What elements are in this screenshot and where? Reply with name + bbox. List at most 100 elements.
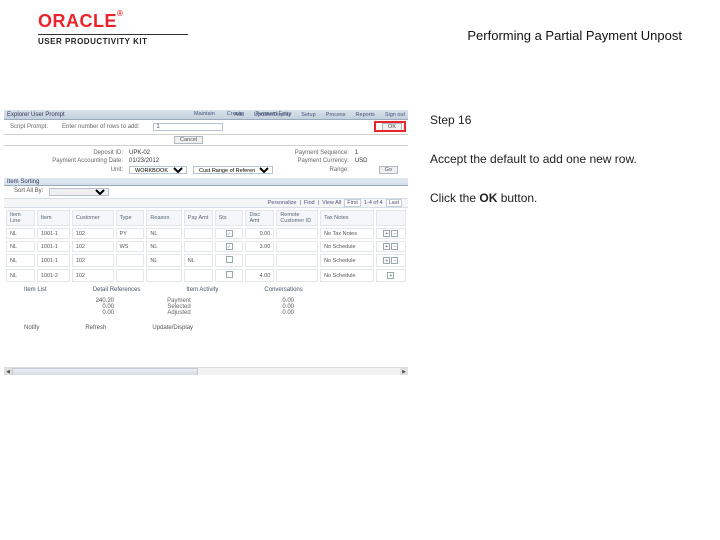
cell-disc-amt[interactable] bbox=[245, 254, 274, 267]
breadcrumb-item[interactable]: Create bbox=[227, 111, 244, 117]
prompt-text: Enter number of rows to add: bbox=[62, 124, 139, 130]
nav-find[interactable]: Find bbox=[304, 200, 315, 206]
top-nav-item[interactable]: Process bbox=[326, 112, 346, 118]
cell-customer[interactable]: 102 bbox=[72, 241, 114, 252]
cell-pay-amt[interactable]: NL bbox=[184, 254, 213, 267]
grid-header: Type bbox=[116, 210, 145, 226]
cell-select[interactable]: ✓ bbox=[215, 228, 244, 239]
cell-tax-notes[interactable]: No Schedule bbox=[320, 269, 374, 282]
cell-row-action[interactable]: +− bbox=[376, 254, 406, 267]
link-detail-references[interactable]: Detail References bbox=[93, 287, 141, 293]
grid-header: Disc Amt bbox=[245, 210, 274, 226]
horizontal-scrollbar[interactable] bbox=[4, 367, 408, 375]
window-title: Explorer User Prompt bbox=[7, 112, 65, 118]
add-row-icon[interactable]: + bbox=[387, 272, 394, 279]
rows-input[interactable]: 1 bbox=[153, 123, 223, 131]
footer-refresh[interactable]: Refresh bbox=[85, 325, 106, 331]
cell-pay-amt[interactable] bbox=[184, 241, 213, 252]
footer-update-display[interactable]: Update/Display bbox=[152, 325, 193, 331]
cell-type[interactable]: PY bbox=[116, 228, 145, 239]
cell-type[interactable] bbox=[116, 269, 145, 282]
cell-type[interactable] bbox=[116, 254, 145, 267]
scroll-thumb[interactable] bbox=[12, 368, 198, 376]
cell-reason[interactable]: NL bbox=[146, 228, 181, 239]
scroll-left-arrow[interactable] bbox=[4, 368, 12, 376]
cell-item-line[interactable]: NL bbox=[6, 241, 35, 252]
cell-pay-amt[interactable] bbox=[184, 269, 213, 282]
cell-remote-customer[interactable] bbox=[276, 241, 318, 252]
unit-select[interactable]: WORKBOOK bbox=[129, 166, 187, 174]
accounting-date-value: 01/23/2012 bbox=[129, 158, 159, 164]
sort-row: Sort All By: bbox=[4, 186, 408, 198]
go-button[interactable]: Go bbox=[379, 166, 398, 174]
footer-notify[interactable]: Notify bbox=[24, 325, 39, 331]
unit-label: Unit: bbox=[48, 167, 123, 173]
cell-item-line[interactable]: NL bbox=[6, 269, 35, 282]
add-row-icon[interactable]: + bbox=[383, 257, 390, 264]
top-nav-item[interactable]: Reports bbox=[356, 112, 375, 118]
nav-personalize[interactable]: Personalize bbox=[268, 200, 297, 206]
top-nav-signout[interactable]: Sign out bbox=[385, 112, 405, 118]
cell-row-action[interactable]: +− bbox=[376, 228, 406, 239]
top-nav-item[interactable]: Setup bbox=[301, 112, 315, 118]
cell-item[interactable]: 1001-2 bbox=[37, 269, 70, 282]
delete-row-icon[interactable]: − bbox=[391, 230, 398, 237]
cell-item[interactable]: 1001-1 bbox=[37, 254, 70, 267]
secondary-links: Item List Detail References Item Activit… bbox=[4, 284, 408, 296]
ok-button[interactable]: OK bbox=[382, 123, 402, 131]
section-header: Item Sorting bbox=[4, 178, 408, 186]
cell-tax-notes[interactable]: No Tax Notes bbox=[320, 228, 374, 239]
link-conversations[interactable]: Conversations bbox=[264, 287, 302, 293]
add-row-icon[interactable]: + bbox=[383, 243, 390, 250]
cell-item[interactable]: 1001-1 bbox=[37, 241, 70, 252]
cell-remote-customer[interactable] bbox=[276, 228, 318, 239]
nav-first[interactable]: First bbox=[344, 199, 361, 207]
cell-item[interactable]: 1001-1 bbox=[37, 228, 70, 239]
page-title: Performing a Partial Payment Unpost bbox=[467, 28, 682, 43]
cell-remote-customer[interactable] bbox=[276, 254, 318, 267]
sort-select[interactable] bbox=[49, 188, 109, 196]
cell-item-line[interactable]: NL bbox=[6, 254, 35, 267]
cell-select[interactable] bbox=[215, 254, 244, 267]
cell-tax-notes[interactable]: No Schedule bbox=[320, 254, 374, 267]
prompt-dialog: Script Prompt: Enter number of rows to a… bbox=[4, 120, 408, 135]
scroll-track[interactable] bbox=[12, 368, 400, 376]
cell-row-action[interactable]: + bbox=[376, 269, 406, 282]
breadcrumb-item[interactable]: Maintain bbox=[194, 111, 215, 117]
cell-pay-amt[interactable] bbox=[184, 228, 213, 239]
add-row-icon[interactable]: + bbox=[383, 230, 390, 237]
delete-row-icon[interactable]: − bbox=[391, 257, 398, 264]
cell-reason[interactable]: NL bbox=[146, 254, 181, 267]
breadcrumb-item[interactable]: Payment Entry bbox=[255, 111, 291, 117]
sort-label: Sort All By: bbox=[14, 188, 43, 196]
cell-disc-amt[interactable]: 0.00 bbox=[245, 228, 274, 239]
scroll-right-arrow[interactable] bbox=[400, 368, 408, 376]
cell-tax-notes[interactable]: No Schedule bbox=[320, 241, 374, 252]
cell-row-action[interactable]: +− bbox=[376, 241, 406, 252]
totals-amount-a: 0.00 bbox=[54, 310, 114, 316]
cell-type[interactable]: WS bbox=[116, 241, 145, 252]
cell-customer[interactable]: 102 bbox=[72, 269, 114, 282]
nav-viewall[interactable]: View All bbox=[322, 200, 341, 206]
link-item-list[interactable]: Item List bbox=[24, 287, 47, 293]
prompt-label: Script Prompt: bbox=[10, 124, 48, 130]
cell-reason[interactable]: NL bbox=[146, 241, 181, 252]
cell-reason[interactable] bbox=[146, 269, 181, 282]
cell-remote-customer[interactable] bbox=[276, 269, 318, 282]
grid-header: Item Line bbox=[6, 210, 35, 226]
deposit-id-label: Deposit ID: bbox=[48, 150, 123, 156]
cell-customer[interactable]: 102 bbox=[72, 228, 114, 239]
link-item-activity[interactable]: Item Activity bbox=[186, 287, 218, 293]
delete-row-icon[interactable]: − bbox=[391, 243, 398, 250]
cell-disc-amt[interactable]: 4.00 bbox=[245, 269, 274, 282]
nav-last[interactable]: Last bbox=[386, 199, 402, 207]
cust-range-select[interactable]: Cust Range of References bbox=[193, 166, 273, 174]
totals-amount-b: 0.00 bbox=[244, 310, 294, 316]
cancel-button[interactable]: Cancel bbox=[174, 136, 203, 144]
cell-select[interactable]: ✓ bbox=[215, 241, 244, 252]
cell-disc-amt[interactable]: 3.00 bbox=[245, 241, 274, 252]
cell-item-line[interactable]: NL bbox=[6, 228, 35, 239]
cell-select[interactable] bbox=[215, 269, 244, 282]
table-row: NL1001-2102 4.00 No Schedule + bbox=[6, 269, 406, 282]
cell-customer[interactable]: 102 bbox=[72, 254, 114, 267]
